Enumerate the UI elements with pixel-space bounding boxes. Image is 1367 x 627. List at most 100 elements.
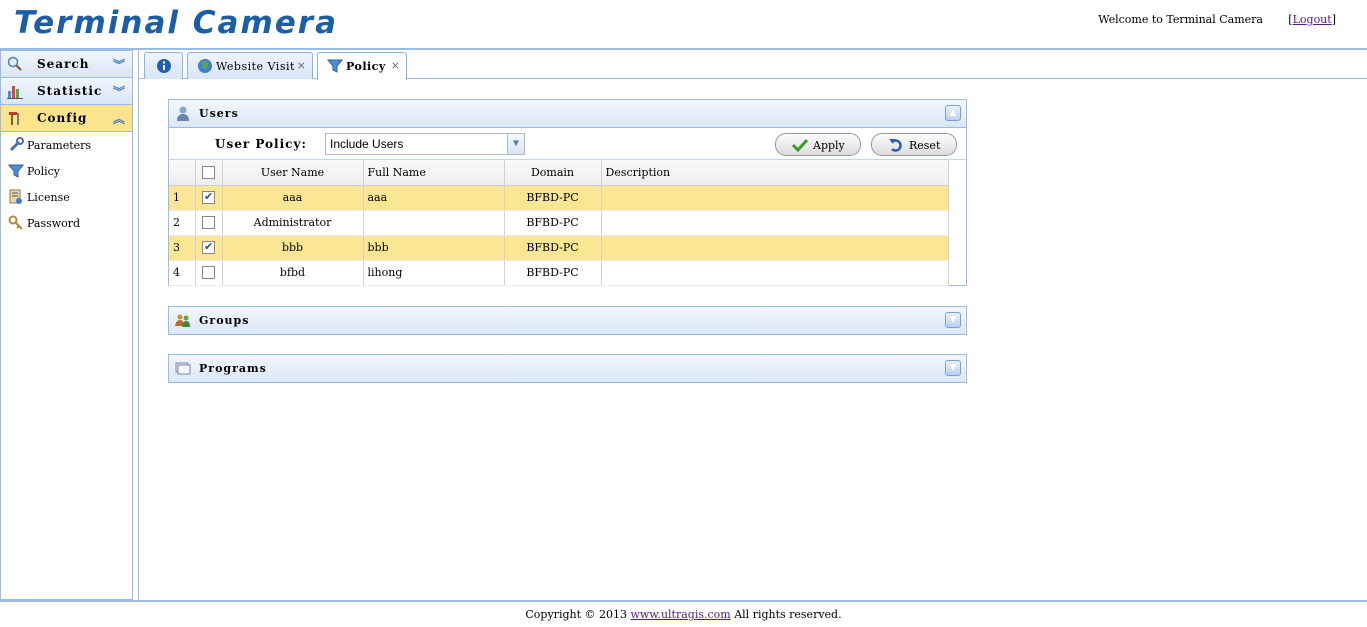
- app-logo: Terminal Camera: [14, 5, 339, 41]
- expand-button[interactable]: ▼: [945, 312, 961, 328]
- sidebar-item-license[interactable]: License: [1, 184, 132, 210]
- users-toolbar: User Policy: Include Users ▼ Apply Reset: [169, 127, 966, 160]
- table-row[interactable]: 1 aaa aaa BFBD-PC: [169, 185, 949, 211]
- row-checkbox-cell: [195, 260, 223, 286]
- table-row[interactable]: 2 Administrator BFBD-PC: [169, 210, 949, 236]
- cell-full-name: aaa: [363, 185, 505, 211]
- select-all-header: [195, 160, 223, 186]
- bar-chart-icon: [7, 86, 23, 99]
- select-all-checkbox[interactable]: [202, 166, 215, 179]
- row-checkbox[interactable]: [202, 190, 215, 205]
- footer: Copyright © 2013 www.ultragis.com All ri…: [0, 600, 1367, 627]
- apply-button[interactable]: Apply: [775, 133, 861, 156]
- column-header-user-name[interactable]: User Name: [222, 160, 364, 186]
- close-icon[interactable]: ×: [297, 59, 306, 72]
- table-header-row: User Name Full Name Domain Description: [169, 160, 949, 186]
- row-checkbox-cell: [195, 235, 223, 261]
- magnifier-icon: [7, 56, 22, 71]
- row-checkbox[interactable]: [202, 240, 215, 255]
- logout-wrap: [Logout]: [1288, 13, 1336, 26]
- expand-button[interactable]: ▼: [945, 360, 961, 376]
- undo-icon: [889, 139, 902, 152]
- cell-domain: BFBD-PC: [504, 235, 602, 261]
- cell-user-name: bbb: [222, 235, 364, 261]
- users-grid: User Name Full Name Domain Description 1…: [169, 160, 966, 286]
- table-row[interactable]: 3 bbb bbb BFBD-PC: [169, 235, 949, 261]
- sidebar-section-search[interactable]: Search ︾: [1, 51, 132, 78]
- row-number: 4: [169, 260, 196, 286]
- cell-domain: BFBD-PC: [504, 260, 602, 286]
- cell-full-name: [363, 210, 505, 236]
- cell-description: [601, 210, 949, 236]
- sidebar-section-label: Statistic: [37, 84, 103, 98]
- cell-description: [601, 185, 949, 211]
- website-link[interactable]: www.ultragis.com: [631, 608, 731, 621]
- programs-icon: [175, 362, 191, 375]
- groups-panel: Groups ▼: [168, 306, 967, 335]
- sidebar-item-parameters[interactable]: Parameters: [1, 132, 132, 158]
- programs-panel: Programs ▼: [168, 354, 967, 383]
- cell-user-name: Administrator: [222, 210, 364, 236]
- sidebar: Search ︾ Statistic ︾ Config ︽ Parameters…: [0, 50, 133, 600]
- copyright-text: Copyright © 2013: [525, 608, 627, 621]
- tab-website-visit[interactable]: Website Visit ×: [187, 52, 313, 79]
- cell-user-name: aaa: [222, 185, 364, 211]
- programs-panel-header[interactable]: Programs ▼: [169, 355, 966, 382]
- column-header-full-name[interactable]: Full Name: [363, 160, 505, 186]
- users-table: User Name Full Name Domain Description 1…: [169, 160, 949, 286]
- filter-icon: [8, 164, 24, 178]
- tab-strip: Website Visit × Policy ×: [139, 50, 1367, 80]
- welcome-text: Welcome to Terminal Camera: [1098, 13, 1263, 26]
- double-chevron-up-icon[interactable]: ︽: [113, 110, 125, 127]
- row-checkbox-cell: [195, 185, 223, 211]
- cell-description: [601, 235, 949, 261]
- chevron-down-icon[interactable]: ▼: [507, 134, 524, 154]
- cell-full-name: lihong: [363, 260, 505, 286]
- sidebar-section-label: Search: [37, 57, 90, 71]
- sidebar-item-label: License: [27, 191, 70, 204]
- groups-panel-header[interactable]: Groups ▼: [169, 307, 966, 334]
- table-row[interactable]: 4 bfbd lihong BFBD-PC: [169, 260, 949, 286]
- users-panel: Users ▲ User Policy: Include Users ▼ App…: [168, 99, 967, 286]
- license-icon: [9, 189, 22, 204]
- row-checkbox[interactable]: [202, 216, 215, 230]
- logout-link[interactable]: Logout: [1293, 13, 1332, 26]
- close-icon[interactable]: ×: [391, 59, 400, 72]
- sidebar-item-policy[interactable]: Policy: [1, 158, 132, 184]
- user-policy-select[interactable]: Include Users ▼: [325, 133, 525, 155]
- key-icon: [8, 215, 23, 230]
- sidebar-item-password[interactable]: Password: [1, 210, 132, 236]
- reset-button[interactable]: Reset: [871, 133, 957, 156]
- collapse-button[interactable]: ▲: [945, 105, 961, 121]
- select-value: Include Users: [330, 137, 404, 151]
- row-checkbox[interactable]: [202, 266, 215, 280]
- globe-icon: [198, 59, 212, 73]
- sidebar-section-config[interactable]: Config ︽: [1, 105, 132, 132]
- column-header-domain[interactable]: Domain: [504, 160, 602, 186]
- tab-policy[interactable]: Policy ×: [317, 52, 407, 80]
- cell-domain: BFBD-PC: [504, 210, 602, 236]
- group-icon: [175, 314, 190, 327]
- tab-info[interactable]: [144, 52, 183, 79]
- checkmark-icon: [792, 138, 808, 153]
- sidebar-section-label: Config: [37, 111, 88, 125]
- sidebar-section-statistic[interactable]: Statistic ︾: [1, 78, 132, 105]
- user-policy-label: User Policy:: [215, 137, 307, 151]
- double-chevron-down-icon[interactable]: ︾: [113, 56, 125, 73]
- panel-title: Programs: [199, 362, 267, 375]
- chevron-down-icon: ▼: [949, 315, 957, 325]
- cell-domain: BFBD-PC: [504, 185, 602, 211]
- row-number-header: [169, 160, 196, 186]
- tab-label: Website Visit: [216, 60, 295, 73]
- tab-label: Policy: [346, 60, 386, 73]
- tools-icon: [9, 112, 19, 125]
- column-header-description[interactable]: Description: [601, 160, 949, 186]
- cell-description: [601, 260, 949, 286]
- panel-title: Users: [199, 107, 239, 120]
- cell-full-name: bbb: [363, 235, 505, 261]
- main-area: Website Visit × Policy × Users ▲ User Po…: [138, 50, 1367, 600]
- double-chevron-down-icon[interactable]: ︾: [113, 83, 125, 100]
- bracket-close: ]: [1331, 13, 1336, 26]
- users-panel-header[interactable]: Users ▲: [169, 100, 966, 127]
- button-label: Reset: [909, 139, 941, 152]
